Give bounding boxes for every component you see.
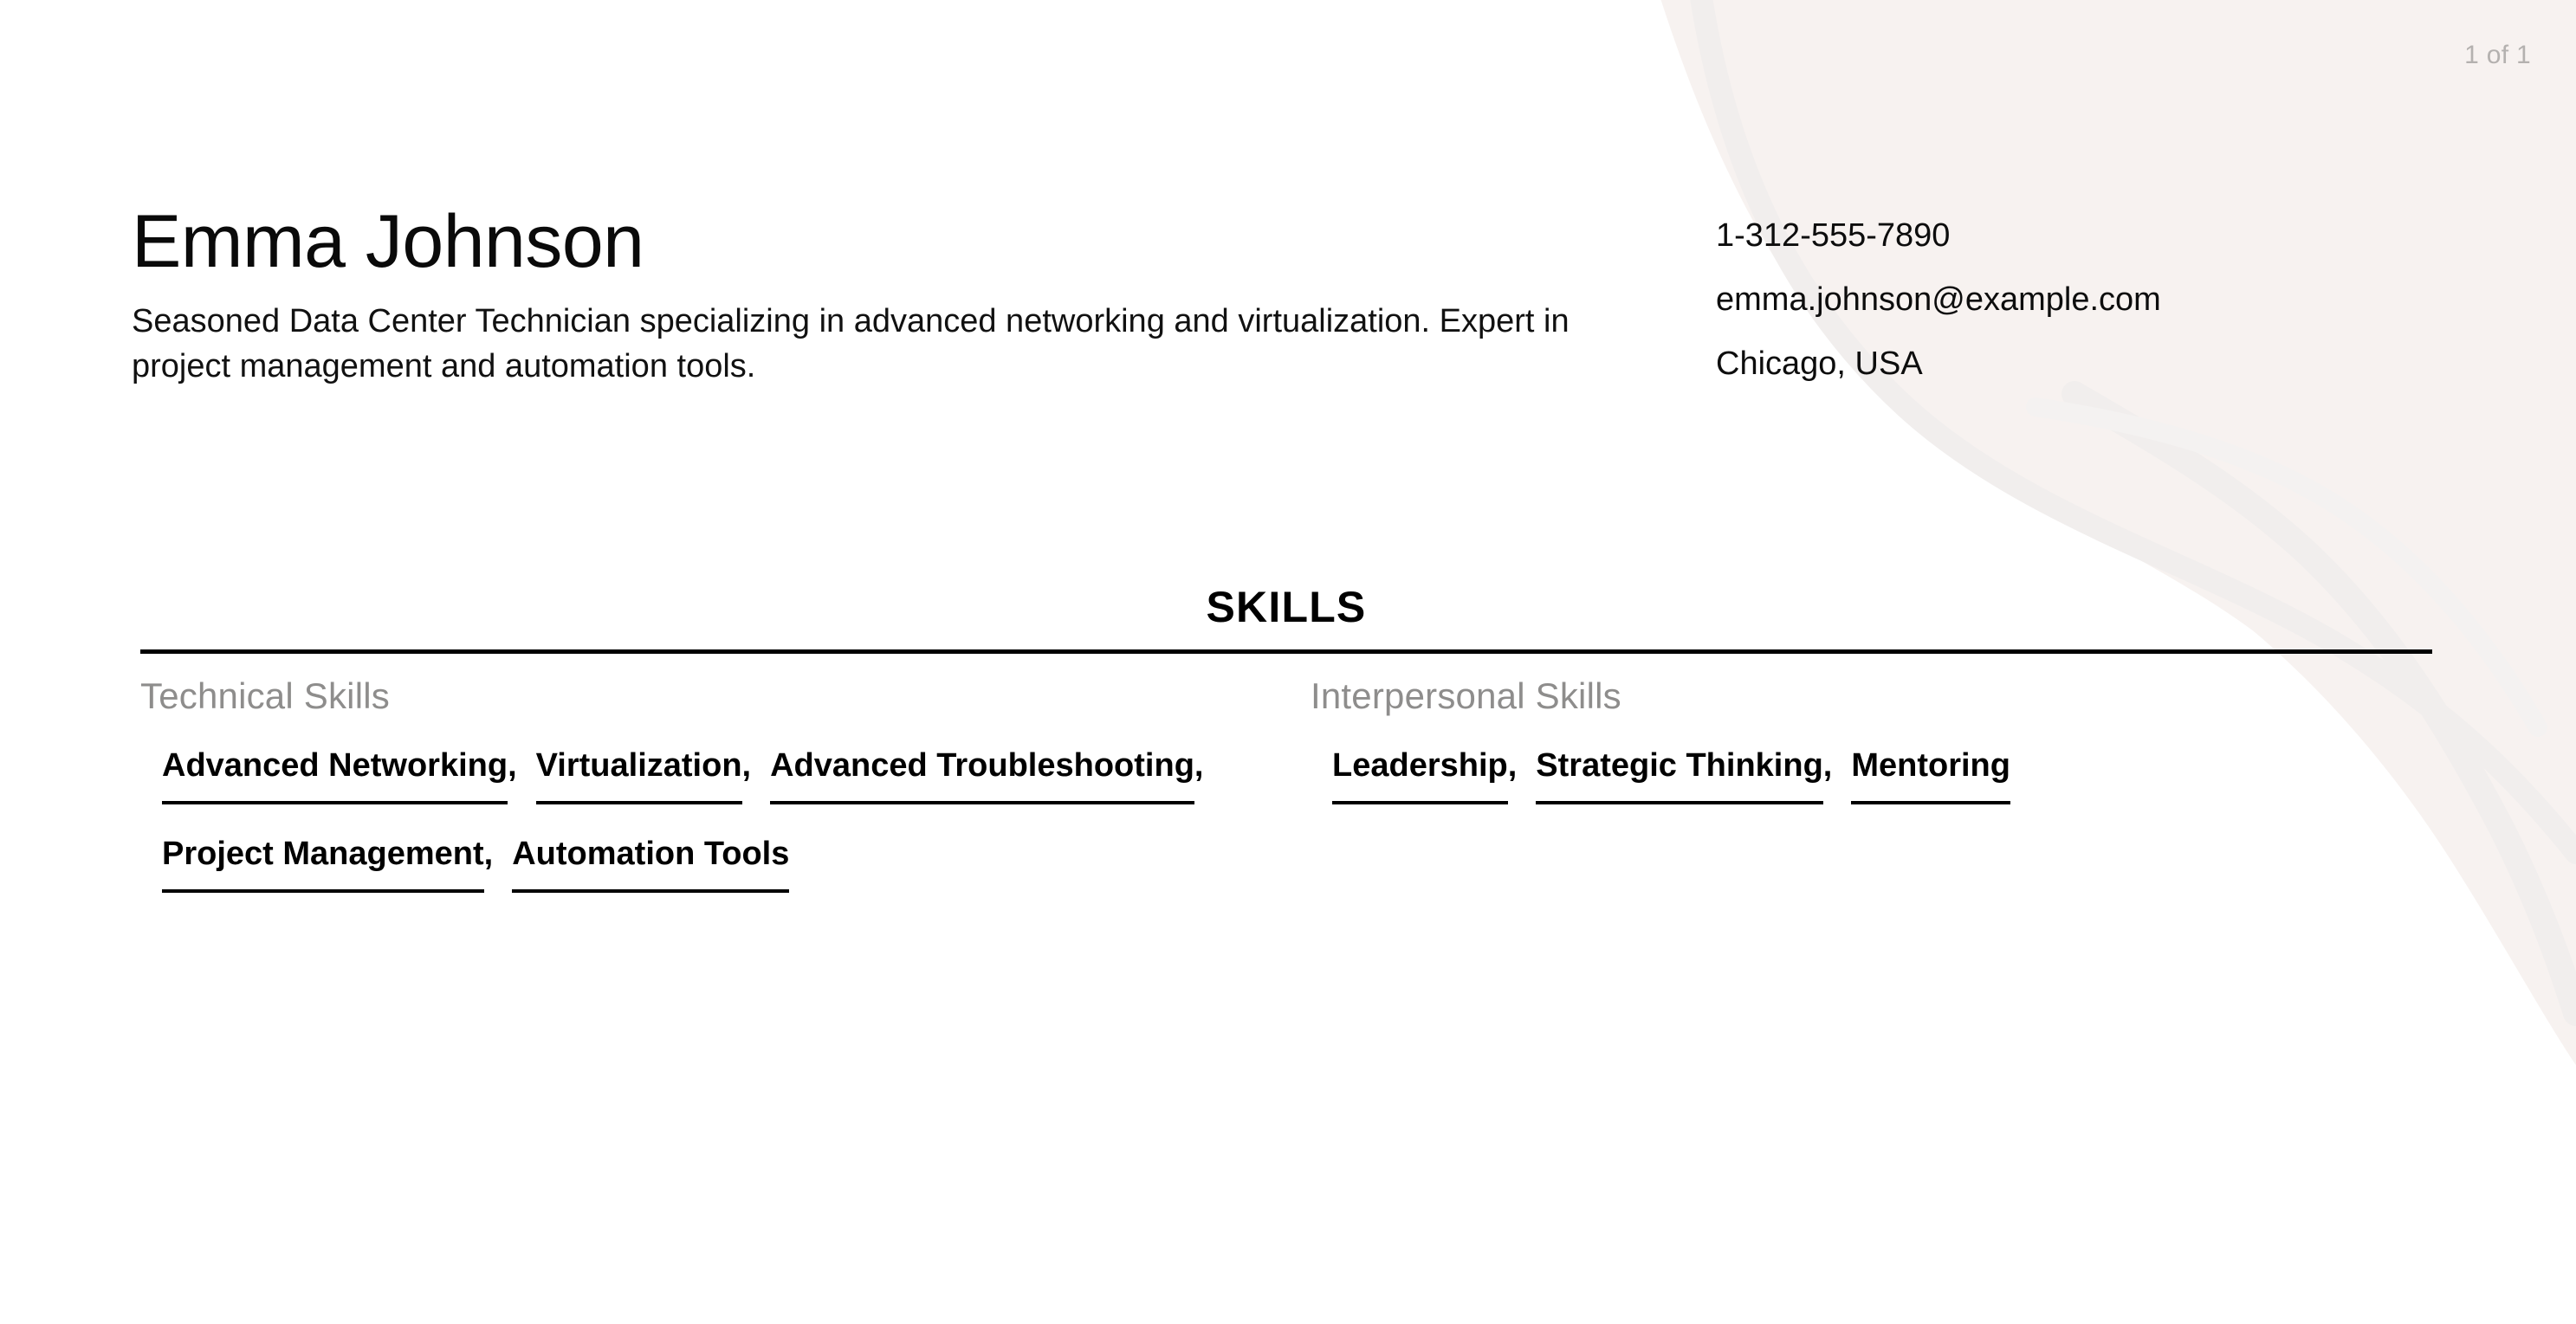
skill-name: Project Management — [162, 837, 484, 893]
contact-block: 1-312-555-7890 emma.johnson@example.com … — [1716, 219, 2426, 380]
skill-chip: Mentoring — [1851, 749, 2010, 804]
skill-separator: , — [1194, 747, 1204, 784]
section-title-skills: SKILLS — [1206, 583, 1367, 631]
contact-phone[interactable]: 1-312-555-7890 — [1716, 219, 2426, 252]
skill-name: Advanced Networking — [162, 749, 508, 804]
skill-list-technical: Advanced Networking, Virtualization, Advan… — [140, 749, 1311, 926]
skill-group-title: Interpersonal Skills — [1311, 675, 1621, 716]
skills-section: SKILLS Technical Skills Advanced Network… — [140, 583, 2432, 893]
skill-name: Strategic Thinking — [1536, 749, 1823, 804]
identity-block: Emma Johnson Seasoned Data Center Techni… — [132, 204, 1656, 389]
skill-name: Leadership — [1332, 749, 1508, 804]
contact-email[interactable]: emma.johnson@example.com — [1716, 283, 2426, 316]
skill-separator: , — [741, 747, 752, 784]
skill-chip: Virtualization, — [535, 747, 752, 804]
skill-chip: Advanced Troubleshooting, — [770, 749, 1203, 804]
contact-location: Chicago, USA — [1716, 346, 1923, 382]
skill-separator: , — [483, 836, 494, 872]
skill-group-title: Technical Skills — [140, 675, 390, 716]
skill-separator: , — [508, 747, 517, 784]
skill-separator: , — [1507, 747, 1518, 784]
skill-separator: , — [1822, 747, 1833, 784]
candidate-name: Emma Johnson — [132, 200, 644, 283]
skill-chip: Strategic Thinking, — [1536, 749, 1832, 804]
skill-list-interpersonal: Leadership, Strategic Thinking, Mentoring — [1311, 749, 2432, 837]
skill-chip: Automation Tools — [512, 837, 790, 893]
skill-chip: Advanced Networking, — [162, 749, 517, 804]
skill-name: Mentoring — [1851, 749, 2010, 804]
skill-name: Advanced Troubleshooting — [770, 749, 1194, 804]
skills-columns: Technical Skills Advanced Networking, Vir… — [140, 678, 2432, 926]
skill-group-interpersonal: Interpersonal Skills Leadership, Strategi… — [1311, 678, 2432, 837]
page-indicator: 1 of 1 — [2464, 41, 2531, 69]
candidate-summary: Seasoned Data Center Technician speciali… — [132, 303, 1570, 384]
skill-chip: Leadership, — [1332, 749, 1517, 804]
skill-name: Virtualization — [535, 749, 742, 804]
resume-document: Emma Johnson Seasoned Data Center Techni… — [0, 0, 2576, 1324]
skill-group-technical: Technical Skills Advanced Networking, Vir… — [140, 678, 1311, 926]
skill-chip: Project Management, — [162, 837, 493, 893]
skill-name: Automation Tools — [512, 837, 790, 893]
section-divider-rule — [140, 649, 2432, 654]
